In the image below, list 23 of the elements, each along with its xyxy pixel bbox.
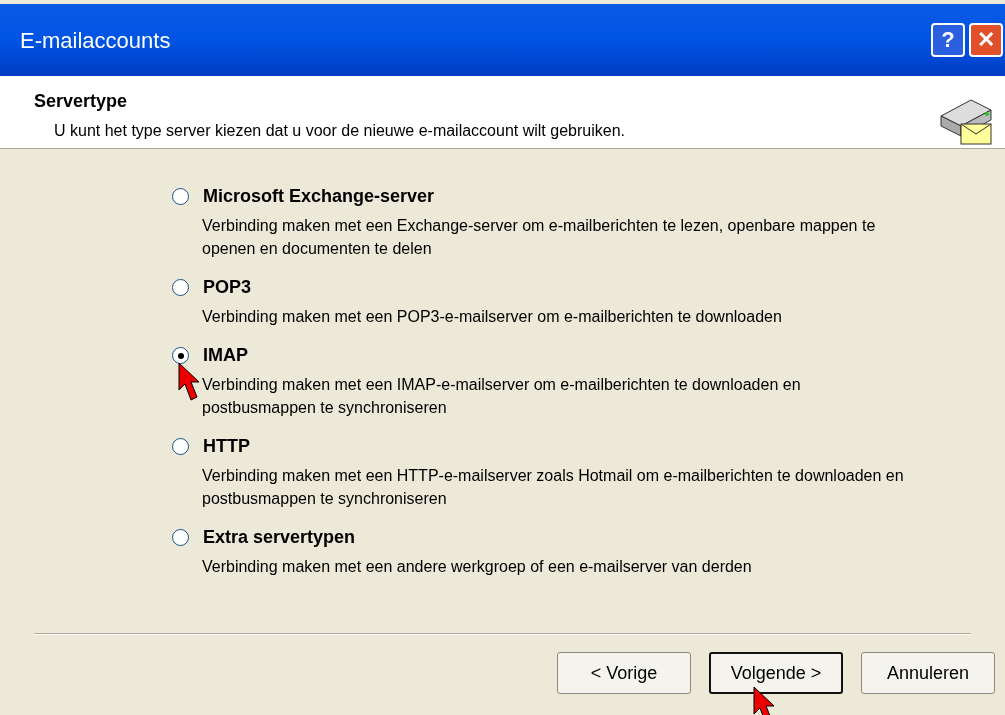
option-description: Verbinding maken met een Exchange-server om e-mailberichten te lezen, openbare mappen te openen en documenten te delen [202, 216, 877, 259]
option-description: Verbinding maken met een POP3-e-mailserver om e-mailberichten te downloaden [202, 307, 783, 327]
option-label: HTTP [203, 435, 250, 458]
radio-button[interactable] [172, 347, 189, 364]
radio-button[interactable] [172, 279, 189, 296]
header-title: Servertype [34, 90, 129, 113]
help-button[interactable]: ? [931, 23, 965, 57]
option-label: IMAP [203, 344, 248, 367]
radio-button[interactable] [172, 188, 189, 205]
option-description: Verbinding maken met een andere werkgroep of een e-mailserver van derden [202, 557, 753, 577]
option-label: Extra servertypen [203, 526, 356, 549]
radio-button[interactable] [172, 438, 189, 455]
window-title: E-mailaccounts [20, 26, 171, 55]
header-subtitle: U kunt het type server kiezen dat u voor de nieuwe e-mailaccount wilt gebruiken. [53, 121, 625, 141]
close-button[interactable]: ✕ [969, 23, 1003, 57]
option-label: POP3 [203, 276, 252, 299]
option-description: Verbinding maken met een HTTP-e-mailserver zoals Hotmail om e-mailberichten te downloaden en postbusmappen te synchroniseren [202, 466, 905, 509]
option-description: Verbinding maken met een IMAP-e-mailserver om e-mailberichten te downloaden en postbusmappen te synchroniseren [202, 375, 802, 418]
option-label: Microsoft Exchange-server [203, 185, 435, 208]
dialog-button[interactable]: Annuleren [861, 652, 995, 694]
dialog-button[interactable]: Volgende > [709, 652, 843, 694]
dialog-button[interactable]: < Vorige [557, 652, 691, 694]
radio-button[interactable] [172, 529, 189, 546]
